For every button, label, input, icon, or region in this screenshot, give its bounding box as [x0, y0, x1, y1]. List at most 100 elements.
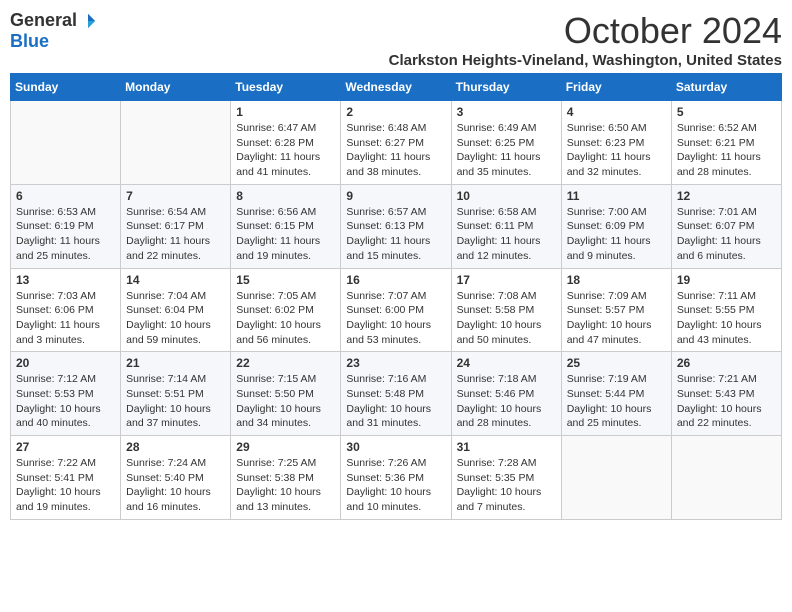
day-info: Sunrise: 7:11 AM Sunset: 5:55 PM Dayligh…	[677, 289, 776, 348]
calendar-cell: 27 Sunrise: 7:22 AM Sunset: 5:41 PM Dayli…	[11, 436, 121, 520]
day-number: 3	[457, 105, 556, 119]
day-number: 20	[16, 356, 115, 370]
calendar-week-4: 20 Sunrise: 7:12 AM Sunset: 5:53 PM Dayli…	[11, 352, 782, 436]
header-day-wednesday: Wednesday	[341, 74, 451, 101]
calendar-week-2: 6 Sunrise: 6:53 AM Sunset: 6:19 PM Daylig…	[11, 184, 782, 268]
day-info: Sunrise: 7:08 AM Sunset: 5:58 PM Dayligh…	[457, 289, 556, 348]
logo-icon	[79, 12, 97, 30]
calendar-cell: 14 Sunrise: 7:04 AM Sunset: 6:04 PM Dayli…	[121, 268, 231, 352]
calendar-cell: 30 Sunrise: 7:26 AM Sunset: 5:36 PM Dayli…	[341, 436, 451, 520]
header-day-monday: Monday	[121, 74, 231, 101]
header-day-saturday: Saturday	[671, 74, 781, 101]
calendar-cell: 9 Sunrise: 6:57 AM Sunset: 6:13 PM Daylig…	[341, 184, 451, 268]
day-info: Sunrise: 7:15 AM Sunset: 5:50 PM Dayligh…	[236, 372, 335, 431]
day-info: Sunrise: 6:49 AM Sunset: 6:25 PM Dayligh…	[457, 121, 556, 180]
day-number: 31	[457, 440, 556, 454]
calendar-cell: 11Sunrise: 7:00 AM Sunset: 6:09 PM Dayli…	[561, 184, 671, 268]
day-number: 8	[236, 189, 335, 203]
day-number: 30	[346, 440, 445, 454]
day-info: Sunrise: 7:25 AM Sunset: 5:38 PM Dayligh…	[236, 456, 335, 515]
calendar-cell: 31 Sunrise: 7:28 AM Sunset: 5:35 PM Dayli…	[451, 436, 561, 520]
day-number: 9	[346, 189, 445, 203]
day-info: Sunrise: 7:26 AM Sunset: 5:36 PM Dayligh…	[346, 456, 445, 515]
calendar-week-5: 27 Sunrise: 7:22 AM Sunset: 5:41 PM Dayli…	[11, 436, 782, 520]
calendar-cell: 5 Sunrise: 6:52 AM Sunset: 6:21 PM Daylig…	[671, 101, 781, 185]
calendar-cell: 29 Sunrise: 7:25 AM Sunset: 5:38 PM Dayli…	[231, 436, 341, 520]
day-info: Sunrise: 6:48 AM Sunset: 6:27 PM Dayligh…	[346, 121, 445, 180]
day-info: Sunrise: 6:56 AM Sunset: 6:15 PM Dayligh…	[236, 205, 335, 264]
day-number: 5	[677, 105, 776, 119]
calendar-cell: 24 Sunrise: 7:18 AM Sunset: 5:46 PM Dayli…	[451, 352, 561, 436]
day-info: Sunrise: 6:47 AM Sunset: 6:28 PM Dayligh…	[236, 121, 335, 180]
day-info: Sunrise: 6:53 AM Sunset: 6:19 PM Dayligh…	[16, 205, 115, 264]
calendar-cell	[11, 101, 121, 185]
day-number: 22	[236, 356, 335, 370]
day-number: 23	[346, 356, 445, 370]
calendar-cell: 1 Sunrise: 6:47 AM Sunset: 6:28 PM Daylig…	[231, 101, 341, 185]
day-number: 26	[677, 356, 776, 370]
calendar-cell: 18 Sunrise: 7:09 AM Sunset: 5:57 PM Dayli…	[561, 268, 671, 352]
logo: General Blue	[10, 10, 97, 52]
day-info: Sunrise: 7:24 AM Sunset: 5:40 PM Dayligh…	[126, 456, 225, 515]
day-number: 13	[16, 273, 115, 287]
day-info: Sunrise: 7:22 AM Sunset: 5:41 PM Dayligh…	[16, 456, 115, 515]
day-info: Sunrise: 6:52 AM Sunset: 6:21 PM Dayligh…	[677, 121, 776, 180]
day-number: 25	[567, 356, 666, 370]
month-title: October 2024	[389, 10, 782, 52]
day-number: 12	[677, 189, 776, 203]
day-number: 18	[567, 273, 666, 287]
logo-blue-text: Blue	[10, 31, 49, 51]
day-info: Sunrise: 7:12 AM Sunset: 5:53 PM Dayligh…	[16, 372, 115, 431]
day-info: Sunrise: 7:19 AM Sunset: 5:44 PM Dayligh…	[567, 372, 666, 431]
calendar-cell: 25 Sunrise: 7:19 AM Sunset: 5:44 PM Dayli…	[561, 352, 671, 436]
calendar-cell: 2 Sunrise: 6:48 AM Sunset: 6:27 PM Daylig…	[341, 101, 451, 185]
day-number: 2	[346, 105, 445, 119]
day-info: Sunrise: 7:16 AM Sunset: 5:48 PM Dayligh…	[346, 372, 445, 431]
calendar-cell: 28Sunrise: 7:24 AM Sunset: 5:40 PM Dayli…	[121, 436, 231, 520]
day-info: Sunrise: 7:04 AM Sunset: 6:04 PM Dayligh…	[126, 289, 225, 348]
calendar-cell: 4Sunrise: 6:50 AM Sunset: 6:23 PM Daylig…	[561, 101, 671, 185]
day-number: 21	[126, 356, 225, 370]
day-info: Sunrise: 7:07 AM Sunset: 6:00 PM Dayligh…	[346, 289, 445, 348]
day-number: 4	[567, 105, 666, 119]
logo-general-text: General	[10, 10, 77, 31]
day-info: Sunrise: 7:03 AM Sunset: 6:06 PM Dayligh…	[16, 289, 115, 348]
day-number: 16	[346, 273, 445, 287]
title-area: October 2024 Clarkston Heights-Vineland,…	[389, 10, 782, 69]
day-number: 1	[236, 105, 335, 119]
header-day-friday: Friday	[561, 74, 671, 101]
calendar-cell: 20 Sunrise: 7:12 AM Sunset: 5:53 PM Dayli…	[11, 352, 121, 436]
calendar-week-1: 1 Sunrise: 6:47 AM Sunset: 6:28 PM Daylig…	[11, 101, 782, 185]
day-info: Sunrise: 7:21 AM Sunset: 5:43 PM Dayligh…	[677, 372, 776, 431]
calendar-cell: 16 Sunrise: 7:07 AM Sunset: 6:00 PM Dayli…	[341, 268, 451, 352]
header: General Blue October 2024 Clarkston Heig…	[10, 10, 782, 69]
day-info: Sunrise: 6:58 AM Sunset: 6:11 PM Dayligh…	[457, 205, 556, 264]
day-info: Sunrise: 7:28 AM Sunset: 5:35 PM Dayligh…	[457, 456, 556, 515]
day-number: 6	[16, 189, 115, 203]
location-subtitle: Clarkston Heights-Vineland, Washington, …	[389, 52, 782, 69]
day-info: Sunrise: 7:18 AM Sunset: 5:46 PM Dayligh…	[457, 372, 556, 431]
day-info: Sunrise: 6:54 AM Sunset: 6:17 PM Dayligh…	[126, 205, 225, 264]
day-number: 29	[236, 440, 335, 454]
day-number: 24	[457, 356, 556, 370]
day-info: Sunrise: 7:09 AM Sunset: 5:57 PM Dayligh…	[567, 289, 666, 348]
calendar-cell: 6 Sunrise: 6:53 AM Sunset: 6:19 PM Daylig…	[11, 184, 121, 268]
day-number: 11	[567, 189, 666, 203]
header-day-tuesday: Tuesday	[231, 74, 341, 101]
calendar-cell	[671, 436, 781, 520]
day-info: Sunrise: 7:14 AM Sunset: 5:51 PM Dayligh…	[126, 372, 225, 431]
calendar-cell: 26 Sunrise: 7:21 AM Sunset: 5:43 PM Dayli…	[671, 352, 781, 436]
calendar-cell: 22 Sunrise: 7:15 AM Sunset: 5:50 PM Dayli…	[231, 352, 341, 436]
day-number: 15	[236, 273, 335, 287]
day-info: Sunrise: 6:57 AM Sunset: 6:13 PM Dayligh…	[346, 205, 445, 264]
calendar-cell: 8 Sunrise: 6:56 AM Sunset: 6:15 PM Daylig…	[231, 184, 341, 268]
calendar-cell: 13 Sunrise: 7:03 AM Sunset: 6:06 PM Dayli…	[11, 268, 121, 352]
calendar-cell: 23 Sunrise: 7:16 AM Sunset: 5:48 PM Dayli…	[341, 352, 451, 436]
calendar-cell: 15Sunrise: 7:05 AM Sunset: 6:02 PM Dayli…	[231, 268, 341, 352]
day-number: 14	[126, 273, 225, 287]
day-number: 10	[457, 189, 556, 203]
header-day-sunday: Sunday	[11, 74, 121, 101]
calendar-cell: 7Sunrise: 6:54 AM Sunset: 6:17 PM Daylig…	[121, 184, 231, 268]
day-number: 27	[16, 440, 115, 454]
calendar-header-row: SundayMondayTuesdayWednesdayThursdayFrid…	[11, 74, 782, 101]
